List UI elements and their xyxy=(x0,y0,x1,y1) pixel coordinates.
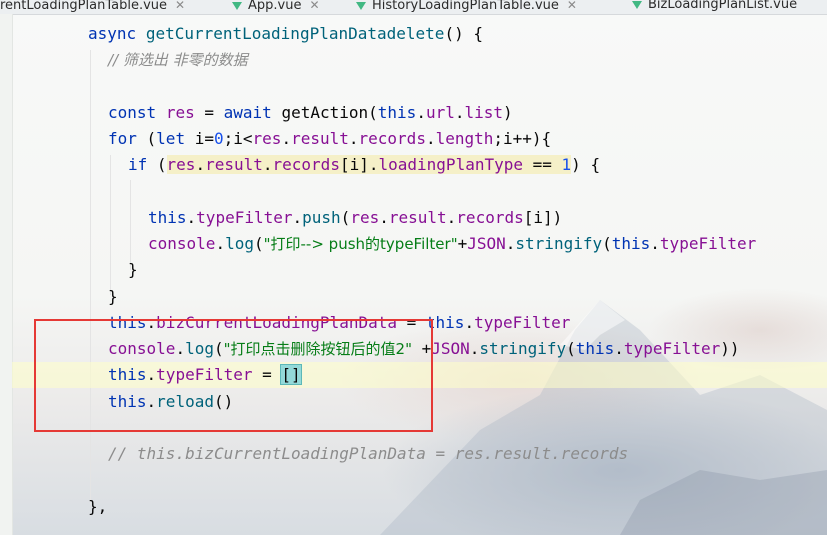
annotation-highlight-box xyxy=(34,319,433,432)
code-line-9: console.log("打印--> push的typeFilter"+JSON… xyxy=(148,234,757,253)
code-line-19: }, xyxy=(88,497,108,516)
code-line-10: } xyxy=(128,260,138,279)
code-line-4: const res = await getAction(this.url.lis… xyxy=(108,103,513,122)
code-line-1: async getCurrentLoadingPlanDatadelete() … xyxy=(88,24,483,43)
code-line-11: } xyxy=(108,287,118,306)
code-line-2: // 筛选出 非零的数据 xyxy=(108,51,248,69)
code-line-5: for (let i=0;i<res.result.records.length… xyxy=(108,129,552,148)
code-line-6: if (res.result.records[i].loadingPlanTyp… xyxy=(128,155,601,174)
code-line-8: this.typeFilter.push(res.result.records[… xyxy=(148,208,563,227)
code-editor[interactable]: async getCurrentLoadingPlanDatadelete() … xyxy=(0,0,827,535)
code-line-17: // this.bizCurrentLoadingPlanData = res.… xyxy=(108,444,629,463)
